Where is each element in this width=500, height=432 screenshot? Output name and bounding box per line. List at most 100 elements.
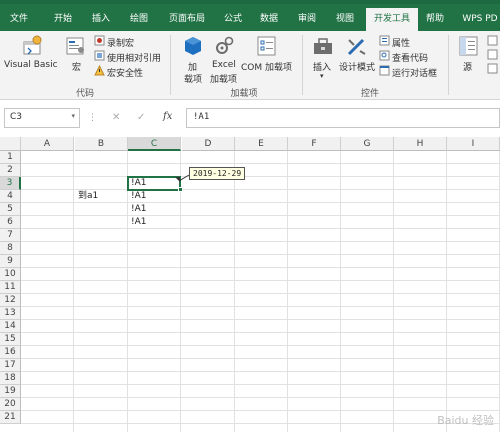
row-header-17[interactable]: 17 (0, 359, 21, 372)
com-addins-button[interactable]: COM 加载项 (241, 60, 292, 73)
name-box[interactable]: C3 ▾ (4, 108, 80, 128)
row-header-2[interactable]: 2 (0, 164, 21, 177)
row-header-18[interactable]: 18 (0, 372, 21, 385)
row-header-15[interactable]: 15 (0, 333, 21, 346)
row-header-5[interactable]: 5 (0, 203, 21, 216)
formula-input[interactable]: !A1 (186, 108, 500, 128)
cancel-icon[interactable]: ✕ (112, 112, 120, 123)
grid-line (21, 371, 500, 372)
row-header-8[interactable]: 8 (0, 242, 21, 255)
row-header-16[interactable]: 16 (0, 346, 21, 359)
ribbon: Visual Basic 宏 录制宏 使用相对引用 宏安全性 代码 加 载项 E… (0, 31, 500, 100)
row-header-3[interactable]: 3 (0, 177, 21, 190)
row-header-13[interactable]: 13 (0, 307, 21, 320)
column-header-a[interactable]: A (21, 137, 74, 151)
cell-c6[interactable]: !A1 (131, 216, 147, 229)
column-header-g[interactable]: G (341, 137, 394, 151)
enter-icon[interactable]: ✓ (137, 112, 145, 123)
tab-file[interactable]: 文件 (4, 9, 34, 31)
record-macro-button[interactable]: 录制宏 (107, 36, 134, 49)
column-header-f[interactable]: F (288, 137, 341, 151)
menu-bar: 文件 开始 插入 绘图 页面布局 公式 数据 审阅 视图 开发工具 帮助 WPS… (0, 0, 500, 31)
row-header-10[interactable]: 10 (0, 268, 21, 281)
cell-c4[interactable]: !A1 (131, 190, 147, 203)
select-all-corner[interactable] (0, 137, 21, 151)
cell-b4[interactable]: 到a1 (78, 190, 98, 203)
name-box-value: C3 (10, 112, 23, 122)
grid-line (287, 151, 288, 432)
fx-button[interactable]: fx (163, 111, 172, 122)
properties-button[interactable]: 属性 (392, 36, 410, 49)
fill-handle[interactable] (178, 187, 183, 192)
grid-line (21, 358, 500, 359)
grid-line (234, 151, 235, 432)
design-mode-button[interactable]: 设计模式 (339, 60, 375, 73)
xml-source-button[interactable]: 源 (463, 60, 472, 73)
addins-group-label: 加载项 (230, 89, 258, 99)
column-header-h[interactable]: H (394, 137, 447, 151)
chevron-down-icon[interactable]: ▾ (320, 72, 324, 80)
title-strip (0, 0, 500, 4)
tab-wps-pdf[interactable]: WPS PD (460, 9, 500, 31)
visual-basic-button[interactable]: Visual Basic (4, 60, 58, 70)
column-header-i[interactable]: I (447, 137, 500, 151)
tab-developer[interactable]: 开发工具 (366, 8, 418, 31)
row-header-12[interactable]: 12 (0, 294, 21, 307)
gears-icon (216, 36, 234, 54)
grid-line (21, 215, 500, 216)
code-group-label: 代码 (75, 89, 94, 99)
tab-formulas[interactable]: 公式 (218, 9, 248, 31)
row-header-14[interactable]: 14 (0, 320, 21, 333)
row-header-11[interactable]: 11 (0, 281, 21, 294)
toolbox-icon (314, 38, 332, 54)
tab-review[interactable]: 审阅 (292, 9, 322, 31)
column-header-b[interactable]: B (75, 137, 128, 151)
grid-line (21, 410, 500, 411)
grid-line (21, 423, 500, 424)
worksheet-grid[interactable]: A B C D E F G H I 1 2 3 4 5 6 7 8 9 10 11 12 13 14 15 16 17 18 19 20… (0, 137, 500, 432)
excel-addins-button-line2[interactable]: 加载项 (210, 72, 237, 85)
row-header-7[interactable]: 7 (0, 229, 21, 242)
grid-line (340, 151, 341, 432)
addins-button-line2[interactable]: 载项 (184, 72, 202, 85)
grid-line (21, 384, 500, 385)
view-code-icon (379, 50, 390, 61)
grid-line (21, 267, 500, 268)
row-header-9[interactable]: 9 (0, 255, 21, 268)
grid-line (21, 280, 500, 281)
tab-view[interactable]: 视图 (330, 9, 360, 31)
chevron-down-icon[interactable]: ▾ (71, 112, 75, 120)
grid-line (21, 293, 500, 294)
grid-line (21, 332, 500, 333)
grid-line (21, 345, 500, 346)
macro-security-button[interactable]: 宏安全性 (107, 66, 143, 79)
row-header-20[interactable]: 20 (0, 398, 21, 411)
row-header-4[interactable]: 4 (0, 190, 21, 203)
tab-data[interactable]: 数据 (254, 9, 284, 31)
excel-addins-button-line1[interactable]: Excel (212, 60, 236, 70)
row-header-1[interactable]: 1 (0, 151, 21, 164)
grid-line (393, 151, 394, 432)
grid-line (73, 151, 74, 432)
grid-line (446, 151, 447, 432)
tab-help[interactable]: 帮助 (420, 9, 450, 31)
view-code-button[interactable]: 查看代码 (392, 51, 428, 64)
run-dialog-button[interactable]: 运行对话框 (392, 66, 437, 79)
column-header-c[interactable]: C (128, 137, 181, 151)
relative-reference-button[interactable]: 使用相对引用 (107, 51, 161, 64)
tab-draw[interactable]: 绘图 (124, 9, 154, 31)
grid-line (21, 176, 500, 177)
separator (170, 35, 171, 95)
com-addins-icon (257, 36, 276, 56)
column-header-e[interactable]: E (235, 137, 288, 151)
tab-insert[interactable]: 插入 (86, 9, 116, 31)
row-header-6[interactable]: 6 (0, 216, 21, 229)
tab-page-layout[interactable]: 页面布局 (162, 9, 212, 31)
tab-home[interactable]: 开始 (48, 9, 78, 31)
row-header-21[interactable]: 21 (0, 411, 21, 424)
row-header-19[interactable]: 19 (0, 385, 21, 398)
macros-button[interactable]: 宏 (72, 60, 81, 73)
cell-c5[interactable]: !A1 (131, 203, 147, 216)
column-header-d[interactable]: D (182, 137, 235, 151)
grid-line (21, 228, 500, 229)
